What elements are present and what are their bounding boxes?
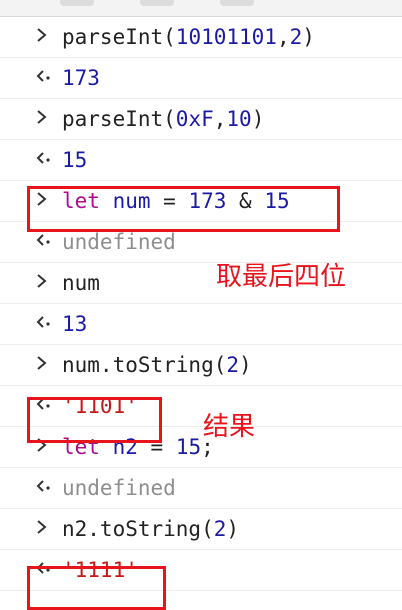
toolbar-tab[interactable] xyxy=(60,0,94,6)
code-token: num xyxy=(112,189,151,213)
console-output-row[interactable]: '1101' xyxy=(0,386,402,427)
chevron-right-icon xyxy=(0,107,62,132)
console-input-row[interactable]: n2.toString(2) xyxy=(0,509,402,550)
console-input-row[interactable]: let num = 173 & 15 xyxy=(0,181,402,222)
code-token: 15 xyxy=(264,189,290,213)
code-token: 173 xyxy=(188,189,227,213)
return-arrow-icon xyxy=(0,66,62,91)
console-log: parseInt(10101101,2) 173 parseInt(0xF,10) 1… xyxy=(0,17,402,591)
return-arrow-icon xyxy=(0,476,62,501)
console-input-text: let num = 173 & 15 xyxy=(62,189,290,213)
console-output-text: 13 xyxy=(62,312,87,336)
chevron-right-icon xyxy=(0,25,62,50)
console-output-row[interactable]: undefined xyxy=(0,468,402,509)
console-input-text: num.toString(2) xyxy=(62,353,252,377)
return-arrow-icon xyxy=(0,312,62,337)
console-output-text: undefined xyxy=(62,230,176,254)
code-token: 2 xyxy=(289,25,303,49)
devtools-toolbar xyxy=(0,0,402,17)
console-output-row[interactable]: 173 xyxy=(0,58,402,99)
code-token: ) xyxy=(251,107,265,131)
console-output-text: 173 xyxy=(62,66,100,90)
code-token: & xyxy=(226,189,265,213)
code-token: 10101101 xyxy=(175,25,277,49)
code-token: , xyxy=(276,25,290,49)
toolbar-tab[interactable] xyxy=(140,0,174,6)
code-token: ) xyxy=(239,353,252,377)
console-input-text: parseInt(10101101,2) xyxy=(62,25,315,49)
code-token: num.toString( xyxy=(62,353,227,377)
console-output-text: '1101' xyxy=(62,394,138,418)
console-input-row[interactable]: parseInt(10101101,2) xyxy=(0,17,402,58)
code-token: = xyxy=(137,435,176,459)
console-output-text: undefined xyxy=(62,476,176,500)
code-token: ) xyxy=(226,517,240,541)
code-token: , xyxy=(213,107,227,131)
code-token: parseInt( xyxy=(62,107,176,131)
chevron-right-icon xyxy=(0,517,62,542)
code-token: undefined xyxy=(62,476,176,500)
console-output-row[interactable]: 15 xyxy=(0,140,402,181)
console-input-text: parseInt(0xF,10) xyxy=(62,107,264,131)
code-token: 0xF xyxy=(175,107,214,131)
code-token: 2 xyxy=(226,353,240,377)
return-arrow-icon xyxy=(0,558,62,583)
console-output-row[interactable]: '1111' xyxy=(0,550,402,591)
console-input-row[interactable]: num.toString(2) xyxy=(0,345,402,386)
code-token: '1101' xyxy=(62,394,138,418)
toolbar-tab[interactable] xyxy=(220,0,254,6)
annotation-last-four-bits: 取最后四位 xyxy=(216,262,347,292)
code-token: let xyxy=(62,435,100,459)
code-token: = xyxy=(150,189,189,213)
return-arrow-icon xyxy=(0,230,62,255)
code-token: 15 xyxy=(175,435,202,459)
chevron-right-icon xyxy=(0,435,62,460)
code-token: '1111' xyxy=(62,558,138,582)
code-token: 2 xyxy=(213,517,227,541)
console-output-row[interactable]: 13 xyxy=(0,304,402,345)
console-input-text: n2.toString(2) xyxy=(62,517,239,541)
return-arrow-icon xyxy=(0,148,62,173)
code-token: undefined xyxy=(62,230,176,254)
code-token: 15 xyxy=(62,148,88,172)
chevron-right-icon xyxy=(0,271,62,296)
annotation-result: 结果 xyxy=(203,412,256,442)
code-token: 173 xyxy=(62,66,100,90)
code-token: n2 xyxy=(112,435,138,459)
code-token: let xyxy=(62,189,100,213)
chevron-right-icon xyxy=(0,353,62,378)
console-output-text: 15 xyxy=(62,148,87,172)
code-token: num xyxy=(62,271,100,295)
console-input-row[interactable]: parseInt(0xF,10) xyxy=(0,99,402,140)
console-input-text: num xyxy=(62,271,100,295)
chevron-right-icon xyxy=(0,189,62,214)
code-token: 10 xyxy=(226,107,252,131)
code-token: parseInt( xyxy=(62,25,176,49)
code-token: 13 xyxy=(62,312,88,336)
code-token: ) xyxy=(302,25,315,49)
return-arrow-icon xyxy=(0,394,62,419)
console-input-row[interactable]: let n2 = 15; xyxy=(0,427,402,468)
console-output-text: '1111' xyxy=(62,558,138,582)
code-token: n2.toString( xyxy=(62,517,214,541)
console-input-text: let n2 = 15; xyxy=(62,435,214,459)
